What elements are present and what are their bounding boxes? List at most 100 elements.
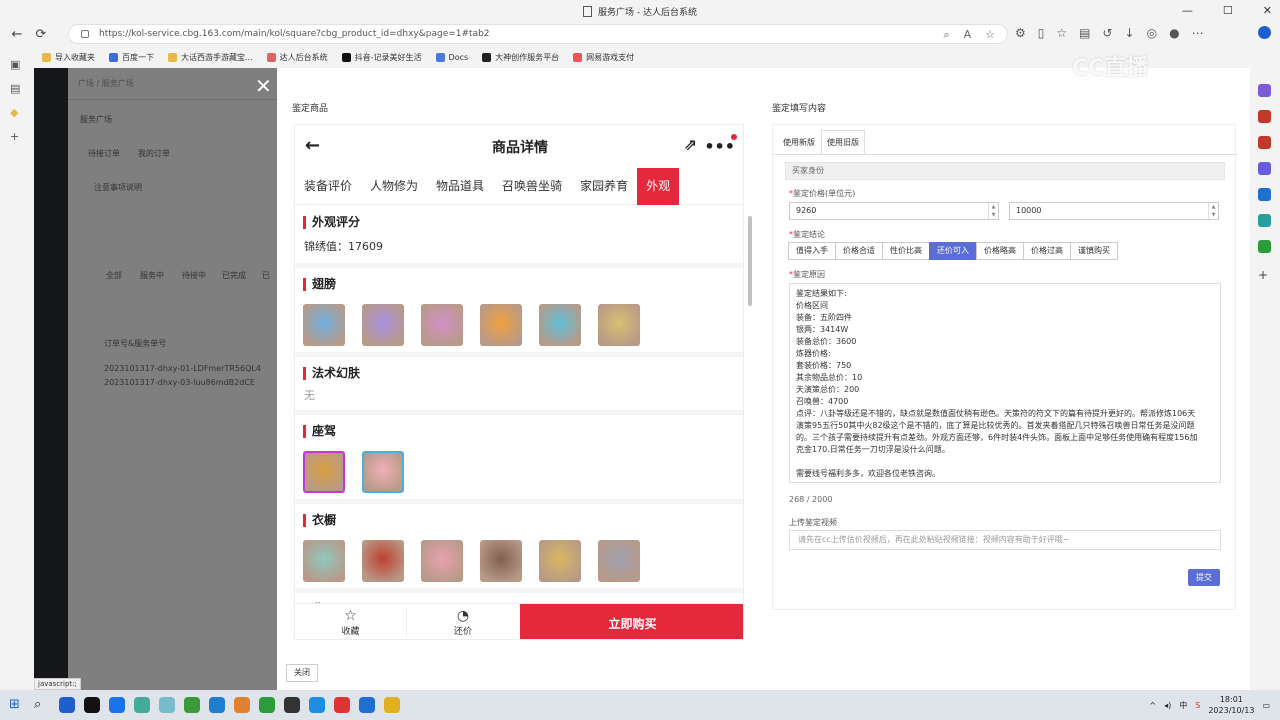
product-tab[interactable]: 人物修为 [361,168,427,205]
product-tab[interactable]: 装备评价 [295,168,361,205]
wing-thumbnail[interactable] [480,304,522,346]
wing-thumbnail[interactable] [539,304,581,346]
taskbar-app-icon[interactable] [384,697,400,713]
zoom-icon[interactable]: ⌕ [943,28,949,42]
tray-chevron-icon[interactable]: ^ [1149,701,1156,710]
address-bar[interactable]: https://kol-service.cbg.163.com/main/kol… [68,24,1008,44]
page-icon[interactable]: ▤ [10,82,22,95]
outfit-thumbnail[interactable] [598,540,640,582]
bookmark-item[interactable]: 百度一下 [109,52,154,63]
tools-icon[interactable] [1258,110,1271,123]
close-modal-button[interactable]: 关闭 [286,664,318,682]
bookmark-item[interactable]: 抖音-记录美好生活 [341,52,422,63]
wing-thumbnail[interactable] [598,304,640,346]
mount-thumbnail[interactable] [362,451,404,493]
sync-icon[interactable]: ◎ [1147,26,1157,40]
conclusion-option[interactable]: 性价比高 [882,242,930,260]
minimize-button[interactable]: — [1182,4,1193,17]
search-icon[interactable]: ⌕ [34,697,50,713]
mount-thumbnail[interactable] [303,451,345,493]
conclusion-option[interactable]: 值得入手 [788,242,836,260]
conclusion-option[interactable]: 价格合适 [835,242,883,260]
outfit-thumbnail[interactable] [480,540,522,582]
taskbar-app-icon[interactable] [84,697,100,713]
back-button[interactable]: ← [6,27,28,42]
taskbar-app-icon[interactable] [159,697,175,713]
taskbar-app-icon[interactable] [109,697,125,713]
bargain-button[interactable]: ◔ 还价 [407,608,519,637]
spinner-icon[interactable]: ▲ ▼ [1208,203,1218,219]
buy-now-button[interactable]: 立即购买 [520,604,743,639]
conclusion-option[interactable]: 还价可入 [929,242,977,260]
close-icon[interactable]: ✕ [255,74,272,98]
price-min-input[interactable]: 9260 ▲ ▼ [789,202,999,220]
volume-icon[interactable]: ◂) [1164,701,1171,710]
add-icon[interactable]: + [10,130,22,143]
settings-menu-icon[interactable]: ⋯ [1192,26,1204,40]
windows-start-icon[interactable]: ⊞ [9,697,25,713]
collections-icon[interactable]: ▤ [1079,26,1090,40]
clock[interactable]: 18:01 2023/10/13 [1208,694,1254,716]
product-tab[interactable]: 物品道具 [427,168,493,205]
favorites-icon[interactable]: ☆ [1056,26,1067,40]
wing-thumbnail[interactable] [303,304,345,346]
product-tab[interactable]: 召唤兽坐骑 [493,168,571,205]
taskbar-app-icon[interactable] [59,697,75,713]
shopping-icon[interactable] [1258,84,1271,97]
notification-icon[interactable]: ▭ [1262,701,1270,710]
send-icon[interactable] [1258,214,1271,227]
bookmark-item[interactable]: 达人后台系统 [266,52,328,63]
video-link-input[interactable]: 请先在cc上传估价视频后，再在此处粘贴视频链接：视频内容有助于好评哦~ [789,530,1221,550]
bookmark-item[interactable]: 大话西游手游藏宝... [168,52,253,63]
modal-overlay[interactable] [34,68,277,690]
more-icon[interactable]: ••• [704,134,737,156]
product-scrollbar[interactable] [746,136,754,636]
share-icon[interactable]: ⇗ [684,135,697,154]
tree-icon[interactable] [1258,240,1271,253]
taskbar-app-icon[interactable] [284,697,300,713]
taskbar-app-icon[interactable] [334,697,350,713]
outfit-thumbnail[interactable] [539,540,581,582]
wing-thumbnail[interactable] [362,304,404,346]
bookmark-item[interactable]: Docs [435,52,468,62]
maximize-button[interactable]: ☐ [1223,4,1233,17]
taskbar-app-icon[interactable] [259,697,275,713]
reason-textarea[interactable]: 鉴定结果如下: 价格区间 装备：五阶四件 银两：3414W 装备总价：3600 炼器价格:… [789,283,1221,483]
read-aloud-icon[interactable]: A [964,28,972,42]
price-max-input[interactable]: 10000 ▲ ▼ [1009,202,1219,220]
conclusion-option[interactable]: 价格略高 [976,242,1024,260]
reload-button[interactable]: ⟳ [30,27,52,42]
profile-icon[interactable]: ● [1169,26,1179,40]
taskbar-app-icon[interactable] [309,697,325,713]
submit-button[interactable]: 提交 [1188,569,1220,586]
taskbar-app-icon[interactable] [359,697,375,713]
close-window-button[interactable]: ✕ [1263,4,1272,17]
taskbar-app-icon[interactable] [209,697,225,713]
product-tab[interactable]: 外观 [637,167,680,205]
back-arrow-icon[interactable]: ← [305,135,320,156]
games-icon[interactable] [1258,136,1271,149]
office-icon[interactable] [1258,162,1271,175]
outlook-icon[interactable] [1258,188,1271,201]
app-icon[interactable]: ◆ [10,106,22,119]
extensions-icon[interactable]: ⚙ [1015,26,1026,40]
history-icon[interactable]: ↺ [1102,26,1112,40]
downloads-icon[interactable]: ↓ [1125,26,1135,40]
outfit-thumbnail[interactable] [303,540,345,582]
favorite-button[interactable]: ☆ 收藏 [295,608,407,637]
outfit-thumbnail[interactable] [421,540,463,582]
product-tab[interactable]: 家园养育 [571,168,637,205]
tab-actions-icon[interactable]: ▣ [10,58,22,71]
taskbar-app-icon[interactable] [134,697,150,713]
taskbar-app-icon[interactable] [234,697,250,713]
spinner-icon[interactable]: ▲ ▼ [988,203,998,219]
split-screen-icon[interactable]: ▯ [1038,26,1045,40]
bookmark-item[interactable]: 大神创作服务平台 [482,52,559,63]
form-version-tab[interactable]: 使用新版 [777,130,821,154]
conclusion-option[interactable]: 谨慎购买 [1070,242,1118,260]
form-version-tab[interactable]: 使用旧版 [821,130,865,154]
conclusion-option[interactable]: 价格过高 [1023,242,1071,260]
copilot-icon[interactable] [1258,26,1271,39]
taskbar-app-icon[interactable] [184,697,200,713]
scrollbar-thumb[interactable] [748,216,752,306]
